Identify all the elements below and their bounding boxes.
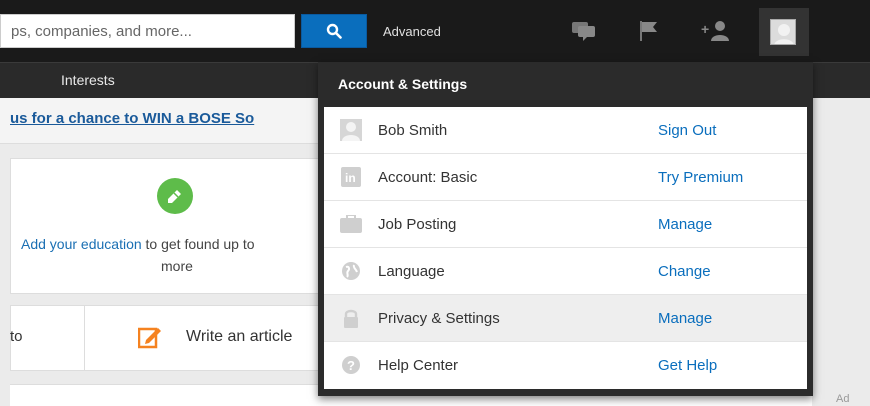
nav-item-interests[interactable]: Interests <box>61 72 115 88</box>
menu-item-privacy-settings[interactable]: Privacy & Settings Manage <box>324 295 807 342</box>
avatar-icon <box>340 119 362 141</box>
add-connections-icon[interactable]: + <box>701 20 731 42</box>
sign-out-link[interactable]: Sign Out <box>658 122 716 139</box>
education-prompt: Add your education to get found up to <box>21 236 255 252</box>
change-language-link[interactable]: Change <box>658 263 711 280</box>
education-icon <box>157 178 193 214</box>
write-article-icon[interactable] <box>138 325 162 349</box>
avatar-placeholder-icon <box>774 24 794 44</box>
menu-item-label: Privacy & Settings <box>378 309 500 327</box>
menu-item-label: Job Posting <box>378 215 457 233</box>
dropdown-title: Account & Settings <box>338 76 468 92</box>
messages-icon[interactable] <box>571 20 597 42</box>
account-menu-list: Bob Smith Sign Out in Account: Basic Try… <box>324 107 807 389</box>
briefcase-icon <box>340 213 362 235</box>
manage-job-posting-link[interactable]: Manage <box>658 216 712 233</box>
menu-item-label: Account: Basic <box>378 168 478 186</box>
search-button[interactable] <box>301 14 367 48</box>
education-prompt-rest: to get found up to <box>141 236 255 252</box>
globe-icon <box>340 260 362 282</box>
search-icon <box>326 23 342 39</box>
advanced-search-link[interactable]: Advanced <box>383 24 441 39</box>
search-input[interactable] <box>1 15 294 47</box>
menu-item-language[interactable]: Language Change <box>324 248 807 295</box>
account-settings-dropdown: Account & Settings Bob Smith Sign Out in… <box>318 62 813 396</box>
add-education-link[interactable]: Add your education <box>21 236 142 252</box>
lock-icon <box>340 307 362 329</box>
menu-item-job-posting[interactable]: Job Posting Manage <box>324 201 807 248</box>
get-help-link[interactable]: Get Help <box>658 357 717 374</box>
menu-item-account[interactable]: in Account: Basic Try Premium <box>324 154 807 201</box>
try-premium-link[interactable]: Try Premium <box>658 169 743 186</box>
manage-privacy-link[interactable]: Manage <box>658 310 712 327</box>
notifications-flag-icon[interactable] <box>637 20 663 42</box>
education-prompt-more: more <box>161 258 193 274</box>
write-article-button[interactable]: Write an article <box>186 328 292 346</box>
help-icon: ? <box>340 354 362 376</box>
svg-text:+: + <box>701 21 709 37</box>
right-rail <box>812 98 870 406</box>
menu-item-help-center[interactable]: ? Help Center Get Help <box>324 342 807 389</box>
profile-avatar[interactable] <box>770 19 796 45</box>
svg-text:in: in <box>345 171 356 185</box>
menu-item-profile[interactable]: Bob Smith Sign Out <box>324 107 807 154</box>
linkedin-icon: in <box>340 166 362 188</box>
share-action-fragment[interactable]: to <box>10 328 23 345</box>
promo-link[interactable]: us for a chance to WIN a BOSE So <box>10 110 254 127</box>
menu-item-label: Language <box>378 262 445 280</box>
top-navigation-bar: Advanced + <box>0 0 870 62</box>
search-box <box>0 14 295 48</box>
svg-text:?: ? <box>347 358 355 373</box>
ad-label: Ad <box>836 393 850 405</box>
menu-item-label: Bob Smith <box>378 121 448 139</box>
menu-item-label: Help Center <box>378 357 459 374</box>
promo-banner: us for a chance to WIN a BOSE So <box>0 98 320 144</box>
divider <box>84 306 85 370</box>
